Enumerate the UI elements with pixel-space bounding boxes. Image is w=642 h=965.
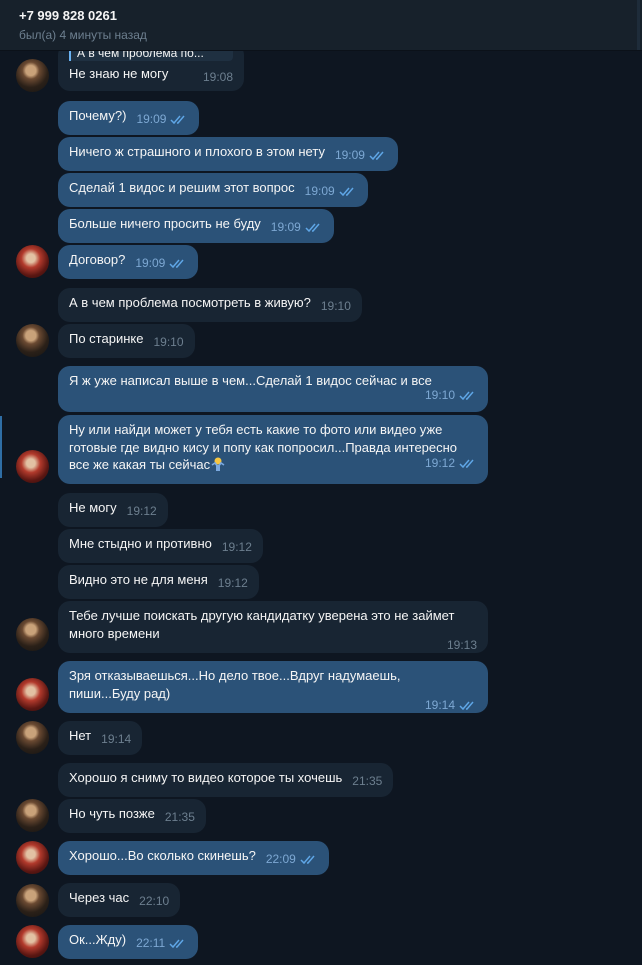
last-seen-status: был(а) 4 минуты назад bbox=[19, 28, 147, 42]
message-text: Нет bbox=[69, 728, 92, 743]
message-time: 19:14 bbox=[101, 732, 132, 746]
message-text: Договор? bbox=[69, 252, 126, 267]
message-bubble[interactable]: Сделай 1 видос и решим этот вопрос 19:09 bbox=[58, 173, 368, 207]
message-bubble[interactable]: Через час 22:10 bbox=[58, 883, 181, 917]
avatar[interactable] bbox=[16, 841, 49, 874]
read-checks-icon bbox=[459, 701, 474, 711]
message-bubble[interactable]: Хорошо я сниму то видео которое ты хочеш… bbox=[58, 763, 394, 797]
message-time: 19:08 bbox=[202, 70, 233, 84]
message-text: Зря отказываешься...Но дело твое...Вдруг… bbox=[69, 668, 401, 701]
message-text: Больше ничего просить не буду bbox=[69, 216, 261, 231]
message-bubble[interactable]: Ок...Жду) 22:11 bbox=[58, 925, 199, 959]
message-time: 22:11 bbox=[136, 936, 187, 950]
message-time: 19:13 bbox=[446, 638, 477, 652]
message-time: 21:35 bbox=[164, 810, 195, 824]
avatar[interactable] bbox=[16, 618, 49, 651]
message-text: Но чуть позже bbox=[69, 806, 155, 821]
message-time: 19:09 bbox=[305, 184, 357, 198]
chat-header[interactable]: +7 999 828 0261 был(а) 4 минуты назад bbox=[0, 0, 642, 51]
read-checks-icon bbox=[339, 187, 354, 197]
message-time: 19:12 bbox=[126, 504, 157, 518]
reply-quote[interactable]: А в чем проблема по... bbox=[69, 51, 233, 61]
scrollbar[interactable] bbox=[637, 0, 640, 50]
read-checks-icon bbox=[170, 115, 186, 125]
message-list[interactable]: А в чем проблема по... Не знаю не могу 1… bbox=[0, 51, 642, 965]
message-time: 19:09 bbox=[335, 148, 387, 162]
message-time: 19:14 bbox=[79, 698, 477, 712]
avatar[interactable] bbox=[16, 245, 49, 278]
message-time: 19:09 bbox=[271, 220, 323, 234]
message-bubble[interactable]: Хорошо...Во сколько скинешь? 22:09 bbox=[58, 841, 329, 875]
message-bubble[interactable]: Я ж уже написал выше в чем...Сделай 1 ви… bbox=[58, 366, 488, 412]
message-bubble[interactable]: А в чем проблема по... Не знаю не могу 1… bbox=[58, 51, 244, 91]
avatar[interactable] bbox=[16, 884, 49, 917]
message-time: 19:10 bbox=[320, 299, 351, 313]
message-time: 19:10 bbox=[79, 388, 477, 402]
message-bubble[interactable]: А в чем проблема посмотреть в живую? 19:… bbox=[58, 288, 362, 322]
read-checks-icon bbox=[305, 223, 320, 233]
message-bubble[interactable]: Тебе лучше поискать другую кандидатку ув… bbox=[58, 601, 488, 653]
message-bubble[interactable]: Больше ничего просить не буду 19:09 bbox=[58, 209, 334, 243]
read-checks-icon bbox=[369, 151, 384, 161]
message-bubble[interactable]: Но чуть позже 21:35 bbox=[58, 799, 206, 833]
message-time: 19:12 bbox=[221, 540, 252, 554]
selection-indicator bbox=[0, 416, 2, 478]
message-text: Хорошо я сниму то видео которое ты хочеш… bbox=[69, 770, 343, 785]
message-text: Тебе лучше поискать другую кандидатку ув… bbox=[69, 608, 455, 641]
message-text: Хорошо...Во сколько скинешь? bbox=[69, 848, 256, 863]
message-text: Через час bbox=[69, 890, 130, 905]
message-bubble[interactable]: Зря отказываешься...Но дело твое...Вдруг… bbox=[58, 661, 488, 713]
message-time: 19:12 bbox=[217, 576, 248, 590]
message-text: Ничего ж страшного и плохого в этом нету bbox=[69, 144, 325, 159]
contact-phone-title[interactable]: +7 999 828 0261 bbox=[19, 8, 117, 23]
avatar[interactable] bbox=[16, 721, 49, 754]
message-bubble[interactable]: Видно это не для меня 19:12 bbox=[58, 565, 259, 599]
message-bubble[interactable]: Ну или найди может у тебя есть какие то … bbox=[58, 415, 488, 484]
avatar[interactable] bbox=[16, 799, 49, 832]
message-time: 22:10 bbox=[139, 894, 170, 908]
read-checks-icon bbox=[300, 855, 315, 865]
message-text: Не могу bbox=[69, 500, 117, 515]
message-time: 19:10 bbox=[153, 335, 184, 349]
message-time: 19:09 bbox=[135, 256, 187, 270]
message-bubble[interactable]: Нет 19:14 bbox=[58, 721, 143, 755]
message-text: Не знаю не могу bbox=[69, 66, 169, 81]
message-bubble[interactable]: По старинке 19:10 bbox=[58, 324, 195, 358]
read-checks-icon bbox=[169, 259, 184, 269]
message-text: Сделай 1 видос и решим этот вопрос bbox=[69, 180, 295, 195]
message-bubble[interactable]: Ничего ж страшного и плохого в этом нету… bbox=[58, 137, 398, 171]
avatar[interactable] bbox=[16, 59, 49, 92]
message-time: 22:09 bbox=[266, 852, 318, 866]
read-checks-icon bbox=[459, 459, 474, 468]
message-time: 19:12 bbox=[79, 456, 477, 470]
read-checks-icon bbox=[459, 391, 474, 400]
avatar[interactable] bbox=[16, 678, 49, 711]
message-bubble[interactable]: Договор? 19:09 bbox=[58, 245, 199, 279]
message-bubble[interactable]: Почему?) 19:09 bbox=[58, 101, 200, 135]
message-text: По старинке bbox=[69, 331, 144, 346]
avatar[interactable] bbox=[16, 925, 49, 958]
message-text: Почему?) bbox=[69, 108, 127, 123]
message-text: Мне стыдно и противно bbox=[69, 536, 212, 551]
avatar[interactable] bbox=[16, 450, 49, 483]
avatar[interactable] bbox=[16, 324, 49, 357]
message-bubble[interactable]: Мне стыдно и противно 19:12 bbox=[58, 529, 263, 563]
read-checks-icon bbox=[169, 939, 184, 949]
message-bubble[interactable]: Не могу 19:12 bbox=[58, 493, 168, 527]
message-text: Видно это не для меня bbox=[69, 572, 208, 587]
message-text: А в чем проблема посмотреть в живую? bbox=[69, 295, 311, 310]
message-text: Ок...Жду) bbox=[69, 932, 127, 947]
message-time: 19:09 bbox=[136, 112, 188, 126]
message-time: 21:35 bbox=[352, 774, 383, 788]
